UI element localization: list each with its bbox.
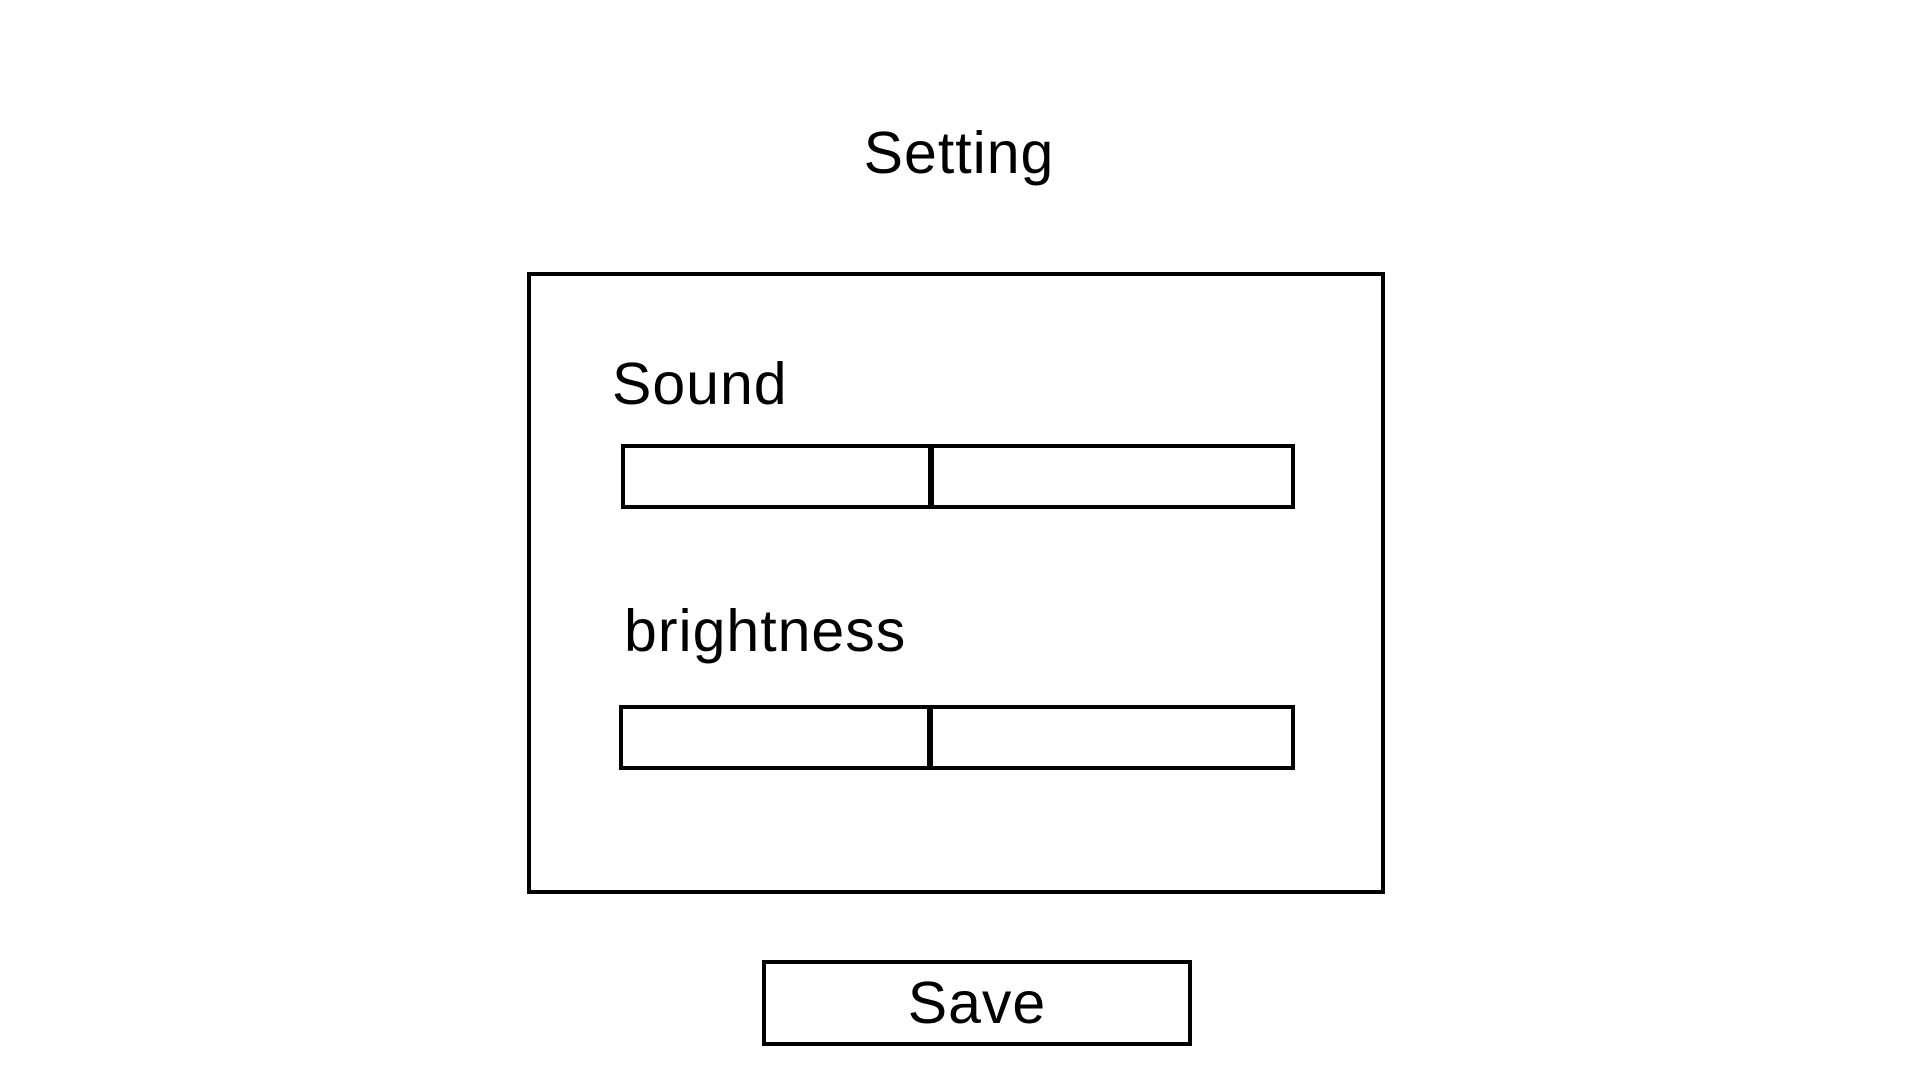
brightness-label: brightness [624, 598, 907, 664]
sound-label: Sound [612, 351, 788, 417]
settings-page: Setting Sound brightness Save [0, 0, 1920, 1080]
brightness-slider-thumb[interactable] [927, 705, 934, 770]
brightness-slider[interactable] [619, 705, 1295, 770]
sound-slider-thumb[interactable] [928, 444, 935, 509]
save-button[interactable]: Save [762, 960, 1192, 1046]
settings-panel: Sound brightness [527, 272, 1385, 894]
sound-slider[interactable] [621, 444, 1295, 509]
page-title: Setting [863, 120, 1055, 186]
